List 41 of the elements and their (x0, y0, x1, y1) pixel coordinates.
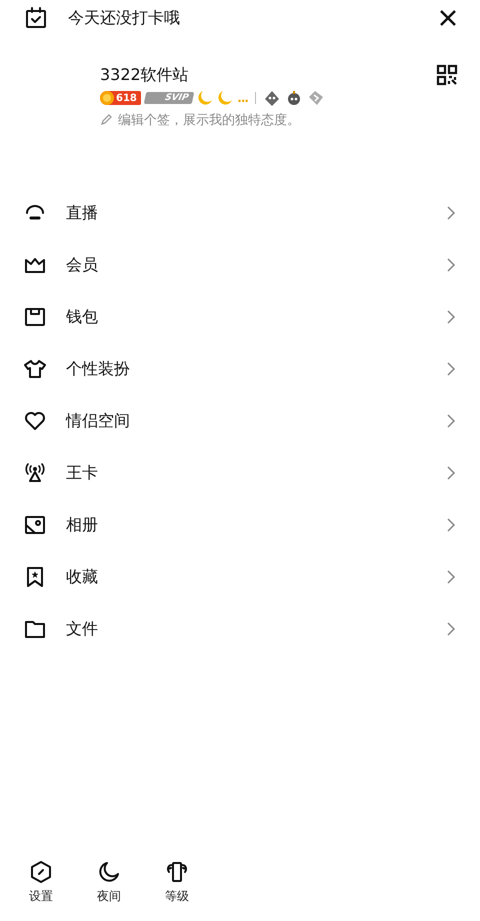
menu-item[interactable]: 王卡 (0, 447, 480, 499)
chevron-icon (446, 518, 456, 532)
wallet-icon (23, 305, 47, 329)
user-name: 3322软件站 (100, 64, 190, 86)
moon-icon (217, 90, 234, 106)
menu-item[interactable]: 收藏 (0, 551, 480, 603)
level-badge: 618 (100, 91, 141, 105)
heart-icon (23, 409, 47, 433)
bottom-button[interactable]: 设置 (22, 860, 60, 905)
signature-text[interactable]: 编辑个签，展示我的独特态度。 (118, 111, 300, 129)
menu-item[interactable]: 文件 (0, 603, 480, 655)
chevron-icon (446, 622, 456, 636)
bottom-button[interactable]: 夜间 (90, 860, 128, 905)
menu-item[interactable]: 会员 (0, 239, 480, 291)
menu-item[interactable]: 相册 (0, 499, 480, 551)
chevron-icon (446, 258, 456, 272)
calendar-icon (24, 6, 48, 30)
moon-icon (97, 860, 121, 884)
chevron-icon (446, 310, 456, 324)
close-button[interactable] (438, 8, 458, 28)
menu-item[interactable]: 情侣空间 (0, 395, 480, 447)
pet-icon (262, 89, 281, 107)
pencil-icon (100, 114, 112, 126)
vip-badge: SVIP (144, 92, 195, 104)
shirt-icon (23, 357, 47, 381)
flag-icon (306, 89, 325, 107)
menu-item[interactable]: 钱包 (0, 291, 480, 343)
more-text: ... (237, 91, 248, 105)
antenna-icon (23, 461, 47, 485)
settings-icon (29, 860, 53, 884)
moon-icon (197, 90, 214, 106)
chevron-icon (446, 570, 456, 584)
chevron-icon (446, 362, 456, 376)
bottom-button[interactable]: 等级 (158, 860, 196, 905)
chevron-icon (446, 414, 456, 428)
checkin-text[interactable]: 今天还没打卡哦 (68, 8, 438, 28)
photo-icon (23, 513, 47, 537)
menu-item[interactable]: 个性装扮 (0, 343, 480, 395)
chevron-icon (446, 466, 456, 480)
menu-item[interactable]: 直播 (0, 187, 480, 239)
chevron-icon (446, 206, 456, 220)
